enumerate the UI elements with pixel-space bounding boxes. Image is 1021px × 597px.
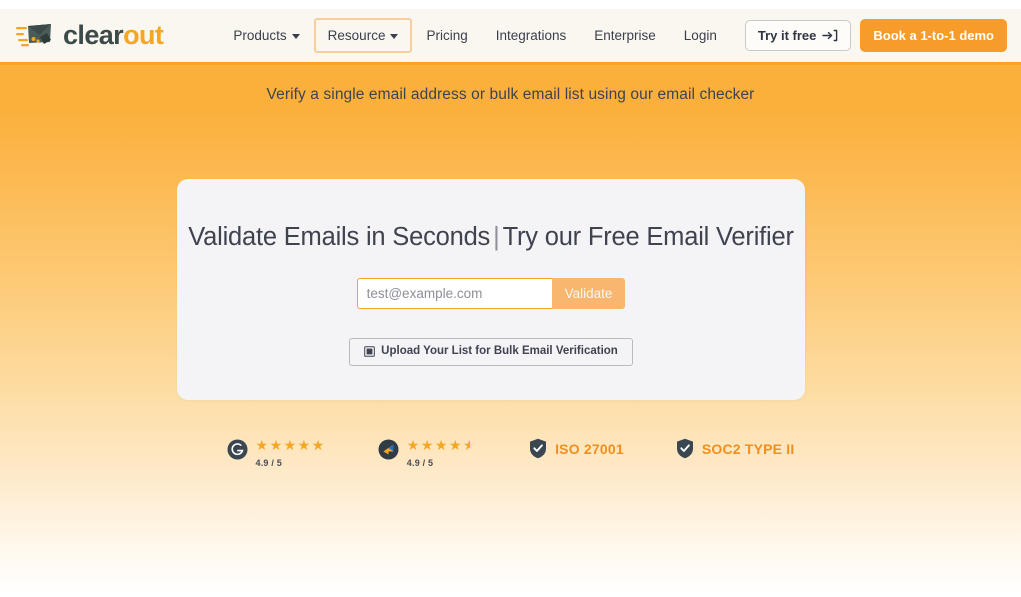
nav-label-integrations: Integrations bbox=[495, 27, 567, 43]
logo-text-accent: out bbox=[123, 20, 164, 50]
card-title-part2: Try our Free Email Verifier bbox=[502, 223, 794, 251]
nav-label-resource: Resource bbox=[327, 27, 386, 43]
g2-logo-icon bbox=[227, 439, 248, 460]
shield-check-icon bbox=[676, 438, 693, 459]
email-verifier-card: Validate Emails in Seconds | Try our Free … bbox=[177, 179, 805, 400]
page-root: clearout Products Resource Pricing Integ… bbox=[0, 0, 1021, 597]
certification-iso-27001[interactable]: ISO 27001 bbox=[529, 438, 624, 459]
upload-bulk-list-button[interactable]: Upload Your List for Bulk Email Verifica… bbox=[349, 338, 633, 366]
hero-subtitle: Verify a single email address or bulk em… bbox=[266, 86, 755, 103]
shield-check-icon bbox=[530, 438, 547, 459]
upload-document-icon bbox=[364, 346, 375, 358]
star-rating-icon: ★★★★★ bbox=[255, 437, 326, 453]
nav-label-login: Login bbox=[683, 27, 717, 43]
envelope-megaphone-icon bbox=[16, 23, 51, 46]
main-navigation: Products Resource Pricing Integrations E… bbox=[219, 17, 1007, 54]
arrow-right-bracket-icon bbox=[822, 29, 838, 42]
nav-item-pricing[interactable]: Pricing bbox=[412, 18, 481, 54]
rating-score-g2: 4.9 / 5 bbox=[255, 458, 282, 468]
email-input[interactable] bbox=[356, 278, 552, 309]
rating-badge-capterra[interactable]: ★★★★★ 4.9 / 5 bbox=[378, 438, 477, 468]
certification-soc2-type-ii[interactable]: SOC2 TYPE II bbox=[676, 438, 795, 459]
rating-block-g2: ★★★★★ 4.9 / 5 bbox=[256, 438, 326, 468]
capterra-logo-icon bbox=[378, 439, 399, 460]
browser-top-strip bbox=[0, 0, 1021, 9]
clearout-logo[interactable]: clearout bbox=[16, 20, 164, 51]
validate-button[interactable]: Validate bbox=[551, 278, 626, 309]
try-it-free-button[interactable]: Try it free bbox=[744, 20, 852, 51]
card-title: Validate Emails in Seconds | Try our Free … bbox=[177, 179, 805, 252]
site-header: clearout Products Resource Pricing Integ… bbox=[0, 9, 1021, 65]
rating-block-capterra: ★★★★★ 4.9 / 5 bbox=[407, 438, 477, 468]
nav-item-products[interactable]: Products bbox=[219, 18, 313, 54]
rating-score-capterra: 4.9 / 5 bbox=[406, 458, 434, 468]
book-demo-button[interactable]: Book a 1-to-1 demo bbox=[860, 19, 1007, 52]
trust-badges: ★★★★★ 4.9 / 5 ★★★★★ 4.9 / 5 ISO 27001 SO… bbox=[0, 438, 1021, 468]
nav-item-login[interactable]: Login bbox=[670, 18, 731, 54]
nav-item-integrations[interactable]: Integrations bbox=[482, 18, 581, 54]
logo-text-primary: clear bbox=[63, 20, 124, 50]
card-title-divider: | bbox=[493, 223, 500, 251]
nav-label-pricing: Pricing bbox=[426, 27, 468, 43]
nav-label-products: Products bbox=[233, 27, 287, 43]
star-rating-icon: ★★★★★ bbox=[406, 437, 478, 453]
certification-label-iso: ISO 27001 bbox=[555, 440, 624, 457]
nav-item-enterprise[interactable]: Enterprise bbox=[580, 18, 670, 54]
chevron-down-icon bbox=[390, 34, 399, 39]
certification-label-soc2: SOC2 TYPE II bbox=[701, 440, 795, 457]
hero-section: Verify a single email address or bulk em… bbox=[0, 65, 1021, 594]
logo-wordmark: clearout bbox=[63, 20, 164, 50]
nav-label-enterprise: Enterprise bbox=[594, 27, 656, 43]
rating-badge-g2[interactable]: ★★★★★ 4.9 / 5 bbox=[227, 438, 326, 468]
card-title-part1: Validate Emails in Seconds bbox=[188, 223, 491, 251]
email-verify-form: Validate bbox=[177, 278, 805, 309]
nav-item-resource[interactable]: Resource bbox=[313, 17, 413, 54]
chevron-down-icon bbox=[291, 34, 300, 39]
try-it-free-label: Try it free bbox=[757, 28, 817, 43]
upload-bulk-list-label: Upload Your List for Bulk Email Verifica… bbox=[381, 345, 618, 357]
